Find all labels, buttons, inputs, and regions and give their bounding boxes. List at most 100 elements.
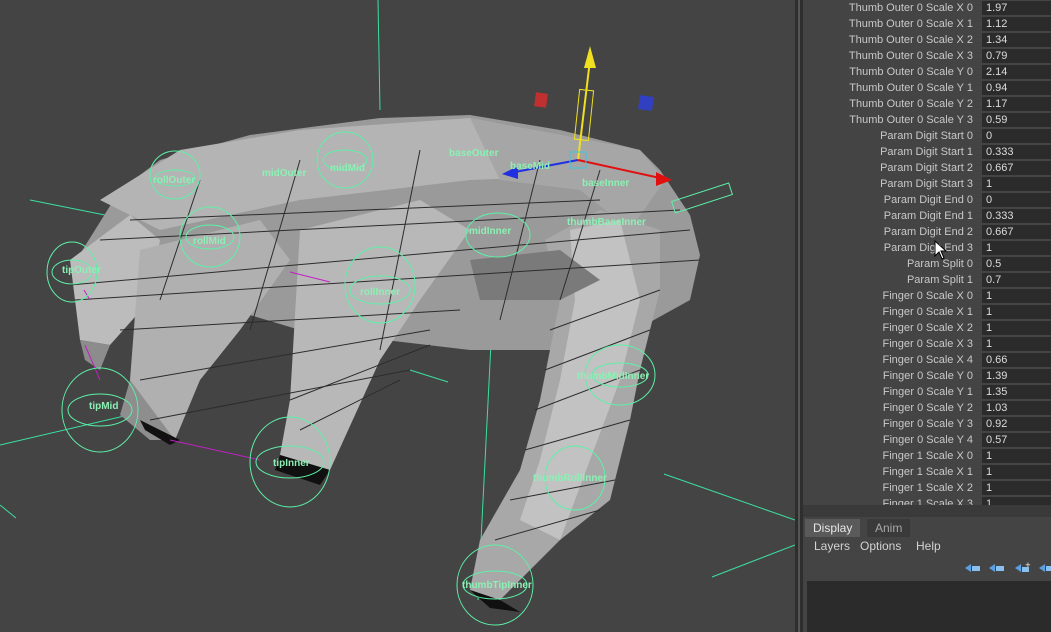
- attribute-value-field[interactable]: 1: [982, 465, 1051, 479]
- attribute-value-field[interactable]: 1: [982, 305, 1051, 319]
- attribute-value-field[interactable]: 0.59: [982, 113, 1051, 127]
- menu-help[interactable]: Help: [916, 539, 941, 553]
- attribute-row: Param Digit End 1 0.333: [803, 208, 1051, 224]
- attribute-label: Thumb Outer 0 Scale Y 3: [849, 114, 973, 126]
- joint-label: rollMid: [193, 236, 226, 247]
- attribute-value-field[interactable]: 0.92: [982, 417, 1051, 431]
- attribute-value-field[interactable]: 1: [982, 449, 1051, 463]
- attribute-label: Param Digit Start 3: [880, 178, 973, 190]
- attribute-value-field[interactable]: 1: [982, 497, 1051, 505]
- horizontal-splitter[interactable]: [803, 505, 1051, 517]
- attribute-label: Thumb Outer 0 Scale X 0: [848, 2, 973, 14]
- move-layer-up-icon[interactable]: [965, 562, 981, 574]
- tab-anim[interactable]: Anim: [867, 519, 911, 537]
- joint-label: tipInner: [273, 458, 310, 469]
- attribute-row: Finger 0 Scale X 4 0.66: [803, 352, 1051, 368]
- attribute-value-field[interactable]: 0.5: [982, 257, 1051, 271]
- attribute-value-field[interactable]: 0.667: [982, 161, 1051, 175]
- attribute-row: Param Digit Start 3 1: [803, 176, 1051, 192]
- mouse-cursor-icon: [934, 240, 948, 260]
- attribute-label: Finger 1 Scale X 2: [882, 482, 974, 494]
- attribute-label: Thumb Outer 0 Scale Y 0: [849, 66, 973, 78]
- attribute-value-field[interactable]: 0: [982, 129, 1051, 143]
- attribute-value-field[interactable]: 0: [982, 193, 1051, 207]
- attribute-label: Finger 0 Scale Y 1: [882, 386, 973, 398]
- layer-list[interactable]: [807, 581, 1051, 632]
- attribute-value-field[interactable]: 1.34: [982, 33, 1051, 47]
- attribute-row: Finger 0 Scale X 2 1: [803, 320, 1051, 336]
- attribute-value-field[interactable]: 0.66: [982, 353, 1051, 367]
- joint-label: baseMid: [510, 161, 550, 172]
- attribute-label: Finger 0 Scale Y 4: [882, 434, 973, 446]
- joint-label: midMid: [330, 163, 365, 174]
- new-layer-icon[interactable]: [1039, 562, 1051, 574]
- attribute-row: Finger 0 Scale Y 2 1.03: [803, 400, 1051, 416]
- attribute-row: Param Split 0 0.5: [803, 256, 1051, 272]
- attribute-label: Param Digit End 0: [883, 194, 973, 206]
- attribute-value-field[interactable]: 1.35: [982, 385, 1051, 399]
- hand-mesh[interactable]: [69, 115, 701, 612]
- move-layer-down-icon[interactable]: [989, 562, 1005, 574]
- attribute-row: Finger 1 Scale X 1 1: [803, 464, 1051, 480]
- attribute-row: Thumb Outer 0 Scale X 3 0.79: [803, 48, 1051, 64]
- attribute-value-field[interactable]: 1: [982, 289, 1051, 303]
- attribute-label: Finger 1 Scale X 3: [882, 498, 974, 505]
- layer-toolbar: +: [803, 557, 1051, 579]
- attribute-value-field[interactable]: 1: [982, 337, 1051, 351]
- viewport-scene: rollOuter midOuter midMid baseOuter base…: [0, 0, 795, 626]
- attribute-label: Param Digit End 2: [883, 226, 973, 238]
- attribute-row: Param Digit End 0 0: [803, 192, 1051, 208]
- attribute-label: Thumb Outer 0 Scale X 3: [848, 50, 973, 62]
- layer-menu-bar: Layers Options Help: [803, 537, 1051, 557]
- attribute-row: Finger 0 Scale X 1 1: [803, 304, 1051, 320]
- attribute-row: Thumb Outer 0 Scale Y 0 2.14: [803, 64, 1051, 80]
- attribute-value-field[interactable]: 1: [982, 241, 1051, 255]
- attribute-label: Param Digit Start 1: [880, 146, 973, 158]
- joint-label: thumbTipInner: [462, 580, 532, 591]
- attribute-row: Param Digit End 2 0.667: [803, 224, 1051, 240]
- attribute-value-field[interactable]: 2.14: [982, 65, 1051, 79]
- attribute-value-field[interactable]: 0.667: [982, 225, 1051, 239]
- attribute-label: Finger 0 Scale Y 2: [882, 402, 973, 414]
- menu-options[interactable]: Options: [860, 539, 901, 553]
- joint-label: tipOuter: [62, 265, 101, 276]
- attribute-value-field[interactable]: 1.03: [982, 401, 1051, 415]
- attribute-row: Finger 0 Scale Y 3 0.92: [803, 416, 1051, 432]
- attribute-row: Finger 0 Scale Y 4 0.57: [803, 432, 1051, 448]
- joint-label: baseOuter: [449, 148, 499, 159]
- attribute-value-field[interactable]: 0.333: [982, 209, 1051, 223]
- menu-layers[interactable]: Layers: [814, 539, 850, 553]
- attribute-value-field[interactable]: 1: [982, 321, 1051, 335]
- attribute-value-field[interactable]: 0.333: [982, 145, 1051, 159]
- joint-label: rollInner: [360, 287, 400, 298]
- attribute-label: Thumb Outer 0 Scale X 1: [848, 18, 973, 30]
- attribute-row: Param Split 1 0.7: [803, 272, 1051, 288]
- joint-label: midInner: [469, 226, 511, 237]
- attribute-value-field[interactable]: 1: [982, 481, 1051, 495]
- attribute-value-field[interactable]: 0.57: [982, 433, 1051, 447]
- new-layer-from-selected-icon[interactable]: +: [1015, 562, 1031, 574]
- tab-display[interactable]: Display: [805, 519, 861, 537]
- attribute-row: Thumb Outer 0 Scale X 0 1.97: [803, 0, 1051, 16]
- attribute-label: Thumb Outer 0 Scale Y 1: [849, 82, 973, 94]
- attribute-row: Param Digit Start 0 0: [803, 128, 1051, 144]
- attribute-value-field[interactable]: 1.39: [982, 369, 1051, 383]
- attribute-row: Param Digit Start 1 0.333: [803, 144, 1051, 160]
- attribute-row: Thumb Outer 0 Scale Y 2 1.17: [803, 96, 1051, 112]
- attribute-value-field[interactable]: 0.79: [982, 49, 1051, 63]
- attribute-value-field[interactable]: 1.97: [982, 1, 1051, 15]
- attribute-label: Param Digit Start 0: [880, 130, 973, 142]
- attribute-row: Param Digit Start 2 0.667: [803, 160, 1051, 176]
- attribute-value-field[interactable]: 0.7: [982, 273, 1051, 287]
- attribute-label: Finger 0 Scale X 4: [882, 354, 974, 366]
- attribute-row: Finger 0 Scale X 3 1: [803, 336, 1051, 352]
- attribute-label: Param Digit End 1: [883, 210, 973, 222]
- 3d-viewport[interactable]: rollOuter midOuter midMid baseOuter base…: [0, 0, 795, 632]
- attribute-label: Param Digit End 3: [883, 242, 973, 254]
- attribute-value-field[interactable]: 1.12: [982, 17, 1051, 31]
- attribute-value-field[interactable]: 0.94: [982, 81, 1051, 95]
- attribute-value-field[interactable]: 1: [982, 177, 1051, 191]
- attribute-value-field[interactable]: 1.17: [982, 97, 1051, 111]
- attribute-label: Thumb Outer 0 Scale Y 2: [849, 98, 973, 110]
- attribute-label: Finger 0 Scale Y 0: [882, 370, 973, 382]
